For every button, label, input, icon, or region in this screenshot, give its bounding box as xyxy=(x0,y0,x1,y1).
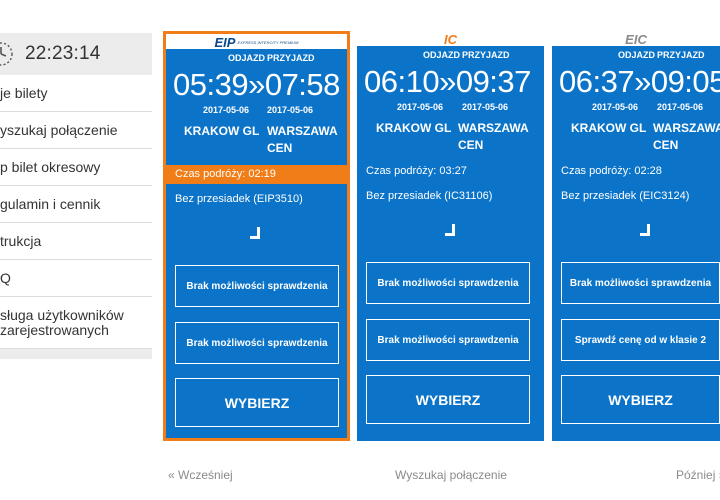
sidebar-item-label: gulamin i cennik xyxy=(0,196,101,212)
departure-time: 06:10 xyxy=(364,64,440,99)
arrival-date: 2017-05-06 xyxy=(462,102,509,112)
arrow-icon: » xyxy=(248,67,265,102)
select-button[interactable]: WYBIERZ xyxy=(175,378,339,427)
route-info: Bez przesiadek (EIC3124) xyxy=(561,190,690,202)
route-info: Bez przesiadek (IC31106) xyxy=(366,190,493,202)
check-mark-icon xyxy=(250,227,260,239)
clock-icon xyxy=(0,42,13,66)
travel-duration: Czas podróży: 02:19 xyxy=(166,165,347,184)
price-check-button-1[interactable]: Brak możliwości sprawdzenia xyxy=(366,262,530,304)
arrival-date: 2017-05-06 xyxy=(657,102,704,112)
sidebar-item-label: Q xyxy=(0,270,11,286)
departure-date: 2017-05-06 xyxy=(592,102,639,112)
arrival-label: PRZYJAZD xyxy=(462,50,510,60)
price-check-button-2[interactable]: Brak możliwości sprawdzenia xyxy=(175,322,339,364)
carrier-logo: EIC xyxy=(625,32,647,47)
check-mark-icon xyxy=(445,224,455,236)
train-card-eic[interactable]: EIC ODJAZD PRZYJAZD 06:37»09:05 2017-05-… xyxy=(552,31,720,441)
arrival-station: WARSZAWA CEN xyxy=(458,120,529,154)
carrier-logo: EIP xyxy=(214,35,236,50)
sidebar-item-regulations[interactable]: gulamin i cennik xyxy=(0,186,152,223)
arrival-label: PRZYJAZD xyxy=(657,50,705,60)
sidebar-item-my-tickets[interactable]: je bilety xyxy=(0,75,152,112)
arrival-time: 07:58 xyxy=(264,67,341,102)
arrival-station: WARSZAWA CEN xyxy=(653,120,720,154)
select-button[interactable]: WYBIERZ xyxy=(561,375,720,424)
later-link[interactable]: Później » xyxy=(676,468,720,482)
route-info: Bez przesiadek (EIP3510) xyxy=(175,193,303,205)
travel-duration: Czas podróży: 02:28 xyxy=(561,165,662,177)
carrier-header: EIP EXPRESS INTERCITY PREMIUM xyxy=(166,34,347,50)
sidebar-item-search-connection[interactable]: yszukaj połączenie xyxy=(0,112,152,149)
search-connection-link[interactable]: Wyszukaj połączenie xyxy=(395,468,507,482)
arrival-station-line1: WARSZAWA xyxy=(458,121,529,135)
departure-label: ODJAZD xyxy=(228,53,266,63)
arrival-station-line1: WARSZAWA xyxy=(653,121,720,135)
departure-date: 2017-05-06 xyxy=(397,102,444,112)
arrival-station-line2: CEN xyxy=(653,138,679,152)
price-check-button-2[interactable]: Brak możliwości sprawdzenia xyxy=(366,319,530,361)
times: 05:39»07:58 xyxy=(173,67,340,103)
clock-time: 22:23:14 xyxy=(25,43,101,64)
arrival-date: 2017-05-06 xyxy=(267,105,314,115)
times: 06:10»09:37 xyxy=(364,64,531,100)
clock: 22:23:14 xyxy=(0,33,152,75)
sidebar: 22:23:14 je bilety yszukaj połączenie p … xyxy=(0,33,152,359)
arrival-time: 09:05 xyxy=(650,64,720,99)
sidebar-item-unregistered-users[interactable]: sługa użytkowników zarejestrowanych xyxy=(0,297,152,349)
train-card-ic[interactable]: IC ODJAZD PRZYJAZD 06:10»09:37 2017-05-0… xyxy=(357,31,544,441)
arrival-station: WARSZAWA CEN xyxy=(267,123,338,157)
travel-duration: Czas podróży: 03:27 xyxy=(366,165,467,177)
carrier-header: IC xyxy=(357,31,544,47)
sidebar-item-label: je bilety xyxy=(0,85,48,101)
price-check-button-1[interactable]: Brak możliwości sprawdzenia xyxy=(561,262,720,304)
sidebar-item-season-ticket[interactable]: p bilet okresowy xyxy=(0,149,152,186)
arrival-station-line1: WARSZAWA xyxy=(267,124,338,138)
check-mark-icon xyxy=(640,224,650,236)
sidebar-item-label: trukcja xyxy=(0,233,42,249)
sidebar-item-label: yszukaj połączenie xyxy=(0,122,118,138)
departure-label: ODJAZD xyxy=(618,50,656,60)
sidebar-footer xyxy=(0,349,152,359)
carrier-header: EIC xyxy=(552,31,720,47)
select-button[interactable]: WYBIERZ xyxy=(366,375,530,424)
arrival-station-line2: CEN xyxy=(267,141,293,155)
sidebar-item-label: sługa użytkowników zarejestrowanych xyxy=(0,306,124,338)
arrival-station-line2: CEN xyxy=(458,138,484,152)
earlier-link[interactable]: « Wcześniej xyxy=(168,468,233,482)
price-check-button-2[interactable]: Sprawdź cenę od w klasie 2 xyxy=(561,319,720,361)
departure-station: KRAKOW GL xyxy=(571,121,647,135)
departure-time: 06:37 xyxy=(559,64,635,99)
departure-station: KRAKOW GL xyxy=(184,124,260,138)
carrier-logo: IC xyxy=(444,32,457,47)
sidebar-item-faq[interactable]: Q xyxy=(0,260,152,297)
sidebar-menu: je bilety yszukaj połączenie p bilet okr… xyxy=(0,75,152,349)
arrival-label: PRZYJAZD xyxy=(267,53,315,63)
times: 06:37»09:05 xyxy=(559,64,720,100)
arrival-time: 09:37 xyxy=(455,64,532,99)
price-check-button-1[interactable]: Brak możliwości sprawdzenia xyxy=(175,265,339,307)
arrow-icon: » xyxy=(634,64,651,99)
sidebar-item-label: p bilet okresowy xyxy=(0,159,101,175)
sidebar-item-instructions[interactable]: trukcja xyxy=(0,223,152,260)
departure-time: 05:39 xyxy=(173,67,249,102)
departure-station: KRAKOW GL xyxy=(376,121,452,135)
carrier-logo-subtitle: EXPRESS INTERCITY PREMIUM xyxy=(237,40,299,46)
train-card-eip[interactable]: EIP EXPRESS INTERCITY PREMIUM ODJAZD PRZY… xyxy=(163,31,350,441)
departure-label: ODJAZD xyxy=(423,50,461,60)
arrow-icon: » xyxy=(439,64,456,99)
departure-date: 2017-05-06 xyxy=(203,105,250,115)
